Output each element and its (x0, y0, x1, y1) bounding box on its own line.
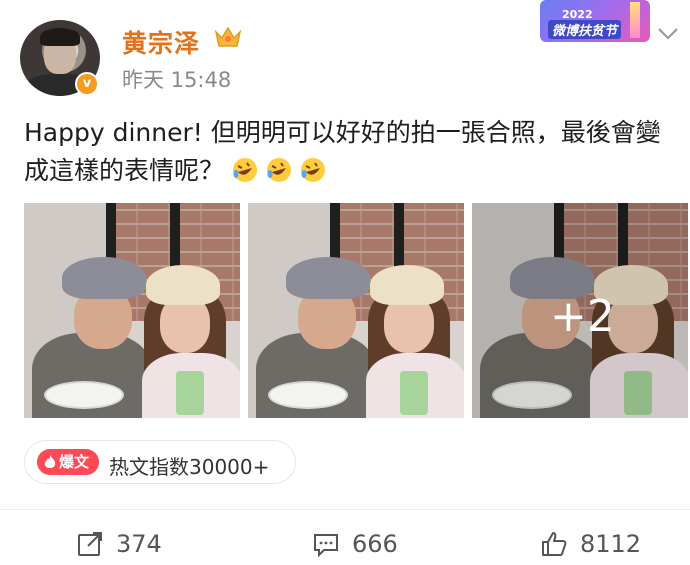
comment-icon (314, 534, 338, 558)
rolling-laughing-icon (232, 158, 257, 182)
event-badge[interactable]: 2022 微博扶贫节 (540, 0, 650, 42)
hot-tag: 爆文 (37, 449, 99, 475)
photo-drink (400, 371, 428, 415)
comment-button[interactable]: 666 (312, 528, 432, 560)
divider (0, 509, 690, 510)
username[interactable]: 黄宗泽 (122, 24, 200, 60)
hot-index-chip[interactable]: 爆文 热文指数30000+ (24, 440, 296, 484)
verified-badge-icon: v (75, 72, 99, 96)
avatar-hair (40, 28, 80, 46)
more-photos-count: +2 (550, 291, 615, 342)
photo-plate (44, 381, 124, 409)
comment-count: 666 (352, 530, 398, 558)
hot-index-text: 热文指数30000+ (109, 455, 270, 479)
post-timestamp: 昨天 15:48 (122, 68, 232, 92)
post-photo-3[interactable]: +2 (472, 203, 688, 418)
photo-drink (176, 371, 204, 415)
like-count: 8112 (580, 530, 642, 558)
post-photo-2[interactable] (248, 203, 464, 418)
photo-hat-1 (62, 257, 146, 299)
post-text: Happy dinner! 但明明可以好好的拍一張合照，最後會變成這樣的表情呢？ (24, 114, 674, 190)
repost-count: 374 (116, 530, 162, 558)
photo-hat-2 (370, 265, 444, 305)
photo-hat-1 (286, 257, 370, 299)
post-photo-1[interactable] (24, 203, 240, 418)
flame-icon (44, 455, 56, 468)
thumbs-up-icon (542, 532, 567, 556)
rolling-laughing-icon (300, 158, 325, 182)
like-button[interactable]: 8112 (540, 528, 670, 560)
repost-button[interactable]: 374 (76, 528, 196, 560)
crown-icon[interactable] (213, 24, 243, 50)
photo-hat-2 (146, 265, 220, 305)
event-badge-decoration (630, 2, 640, 38)
post-text-content: Happy dinner! 但明明可以好好的拍一張合照，最後會變成這樣的表情呢？ (24, 118, 661, 185)
hot-tag-label: 爆文 (59, 453, 90, 471)
repost-icon (78, 532, 102, 556)
photo-plate (268, 381, 348, 409)
chevron-down-icon[interactable] (656, 26, 680, 42)
rolling-laughing-icon (266, 158, 291, 182)
event-badge-title: 微博扶贫节 (548, 20, 622, 39)
